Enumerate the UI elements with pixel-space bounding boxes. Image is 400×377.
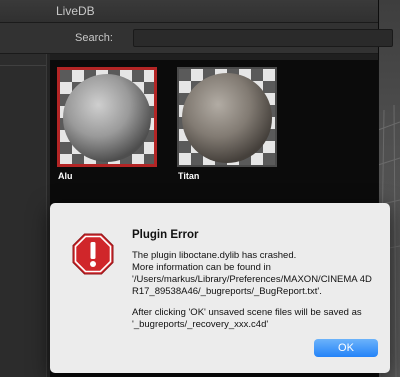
category-row-divider (0, 65, 46, 66)
search-input[interactable] (133, 29, 393, 47)
dialog-message-line: The plugin liboctane.dylib has crashed. (132, 250, 297, 261)
window-title: LiveDB (56, 4, 95, 18)
material-thumbnail-alu[interactable] (57, 67, 157, 167)
material-preview-titan (179, 69, 275, 165)
toolbar: Search: (0, 23, 393, 54)
plugin-error-dialog: Plugin Error The plugin liboctane.dylib … (50, 203, 390, 373)
dialog-message-line: After clicking 'OK' unsaved scene files … (132, 307, 362, 318)
title-bar[interactable]: LiveDB (0, 0, 378, 23)
dialog-message-line: '_bugreports/_recovery_xxx.c4d' (132, 319, 269, 330)
dialog-title: Plugin Error (132, 229, 199, 241)
ok-button[interactable]: OK (314, 339, 378, 357)
material-preview-alu (60, 70, 154, 164)
dialog-message-line: R17_89538A46/_bugreports/_BugReport.txt'… (132, 286, 322, 297)
material-label: Alu (58, 171, 73, 181)
category-panel (0, 54, 47, 377)
material-label: Titan (178, 171, 200, 181)
dialog-message-line: More information can be found in (132, 262, 271, 273)
material-thumbnail-titan[interactable] (177, 67, 277, 167)
search-label: Search: (75, 32, 113, 44)
stop-octagon-icon (72, 233, 114, 275)
dialog-message-line: '/Users/markus/Library/Preferences/MAXON… (132, 274, 372, 285)
